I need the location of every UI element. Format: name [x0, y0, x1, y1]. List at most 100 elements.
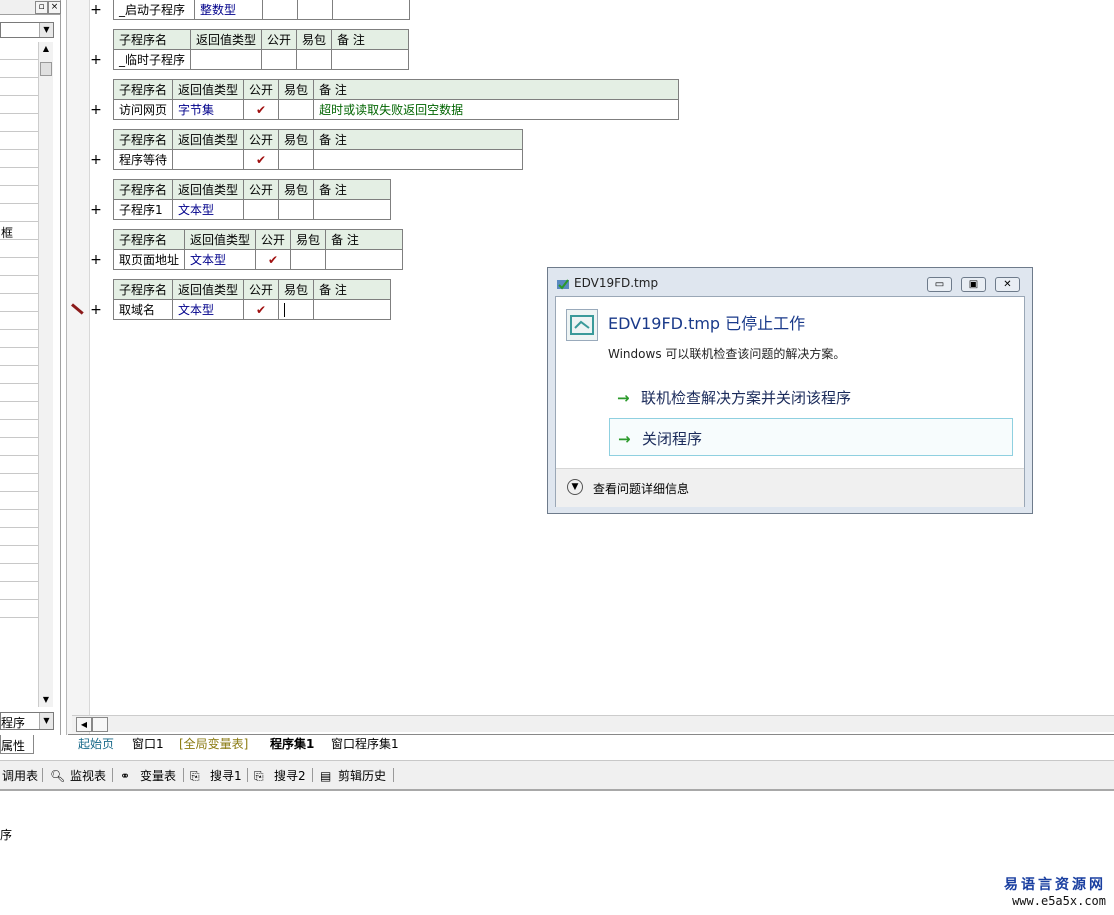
chevron-down-icon[interactable]: ▼	[39, 23, 53, 37]
watch-table-button[interactable]: 监视表	[70, 767, 106, 785]
expand-icon[interactable]: +	[90, 153, 102, 167]
return-type[interactable]	[190, 49, 263, 70]
package-cell[interactable]	[278, 199, 315, 220]
find-icon[interactable]: ⎘	[190, 767, 200, 785]
note-cell[interactable]	[331, 49, 410, 70]
expand-icon[interactable]: +	[90, 303, 102, 317]
return-type[interactable]: 整数型	[194, 0, 263, 20]
property-row[interactable]	[0, 474, 38, 492]
scroll-thumb[interactable]	[40, 62, 52, 76]
check-online-option[interactable]: → 联机检查解决方案并关闭该程序	[609, 378, 1013, 416]
property-row[interactable]	[0, 438, 38, 456]
property-row[interactable]	[0, 510, 38, 528]
scroll-thumb[interactable]	[92, 717, 108, 732]
subprogram-name[interactable]: 访问网页	[112, 99, 174, 120]
expand-icon[interactable]: +	[90, 53, 102, 67]
expand-icon[interactable]: +	[90, 103, 102, 117]
package-cell[interactable]	[290, 249, 327, 270]
property-row[interactable]	[0, 96, 38, 114]
tab-program-set1[interactable]: 程序集1	[264, 736, 320, 753]
property-row[interactable]	[0, 384, 38, 402]
expand-icon[interactable]: +	[90, 253, 102, 267]
details-footer[interactable]: ▼ 查看问题详细信息	[556, 468, 1024, 507]
property-row[interactable]	[0, 312, 38, 330]
property-row[interactable]	[0, 600, 38, 618]
chevron-down-icon[interactable]: ▼	[567, 479, 583, 495]
property-row[interactable]	[0, 276, 38, 294]
property-row[interactable]: 框	[0, 222, 38, 240]
scroll-up-icon[interactable]: ▲	[39, 42, 53, 56]
component-combo[interactable]: ▼	[0, 22, 54, 38]
return-type[interactable]	[172, 149, 245, 170]
note-cell[interactable]	[325, 249, 404, 270]
subprogram-name[interactable]: 程序等待	[112, 149, 174, 170]
property-row[interactable]	[0, 42, 38, 60]
property-row[interactable]	[0, 78, 38, 96]
vertical-scrollbar[interactable]: ▲ ▼	[38, 42, 53, 707]
property-row[interactable]	[0, 582, 38, 600]
property-row[interactable]	[0, 150, 38, 168]
public-cell[interactable]	[243, 199, 280, 220]
property-row[interactable]	[0, 420, 38, 438]
search-icon[interactable]: 🔍︎	[50, 767, 65, 785]
property-row[interactable]	[0, 492, 38, 510]
checkmark-icon[interactable]: ✔	[243, 99, 280, 120]
return-type[interactable]: 文本型	[172, 299, 245, 320]
property-row[interactable]	[0, 204, 38, 222]
checkmark-icon[interactable]: ✔	[243, 149, 280, 170]
tab-global-vars[interactable]: [全局变量表]	[173, 736, 254, 753]
search1-button[interactable]: 搜寻1	[210, 767, 242, 785]
property-row[interactable]	[0, 528, 38, 546]
package-cell[interactable]	[296, 49, 333, 70]
scroll-down-icon[interactable]: ▼	[39, 693, 53, 707]
variable-table-button[interactable]: 变量表	[140, 767, 176, 785]
package-cell[interactable]	[278, 99, 315, 120]
minimize-icon[interactable]: ▭	[927, 277, 952, 292]
property-row[interactable]	[0, 564, 38, 582]
close-icon[interactable]: ×	[48, 1, 61, 14]
chevron-down-icon[interactable]: ▼	[39, 713, 53, 729]
subprogram-name[interactable]: 取域名	[112, 299, 174, 320]
property-row[interactable]	[0, 348, 38, 366]
tab-start-page[interactable]: 起始页	[72, 736, 120, 753]
property-row[interactable]	[0, 114, 38, 132]
note-cell[interactable]	[313, 199, 392, 220]
expand-icon[interactable]: +	[90, 203, 102, 217]
subprogram-name[interactable]: 子程序1	[112, 199, 174, 220]
property-row[interactable]	[0, 258, 38, 276]
package-cell[interactable]	[278, 149, 315, 170]
tab-window-program-set1[interactable]: 窗口程序集1	[325, 736, 405, 753]
checkmark-icon[interactable]: ✔	[243, 299, 280, 320]
property-row[interactable]	[0, 294, 38, 312]
property-row[interactable]	[0, 330, 38, 348]
property-row[interactable]	[0, 546, 38, 564]
property-row[interactable]	[0, 456, 38, 474]
public-cell[interactable]	[261, 49, 298, 70]
clip-history-button[interactable]: 剪辑历史	[338, 767, 386, 785]
tab-window1[interactable]: 窗口1	[126, 736, 170, 753]
note-cell[interactable]	[313, 299, 392, 320]
call-table-button[interactable]: 调用表	[2, 767, 38, 785]
property-row[interactable]	[0, 366, 38, 384]
details-label[interactable]: 查看问题详细信息	[593, 480, 689, 497]
close-icon[interactable]: ✕	[995, 277, 1020, 292]
note-cell[interactable]	[332, 0, 410, 20]
property-row[interactable]	[0, 168, 38, 186]
scroll-left-icon[interactable]: ◀	[76, 717, 92, 732]
subprogram-name[interactable]: _临时子程序	[112, 49, 192, 70]
property-row[interactable]	[0, 240, 38, 258]
close-program-option[interactable]: → 关闭程序	[609, 418, 1013, 456]
subprogram-name[interactable]: _启动子程序	[113, 0, 195, 20]
public-cell[interactable]	[262, 0, 298, 20]
search2-button[interactable]: 搜寻2	[274, 767, 306, 785]
subprogram-name[interactable]: 取页面地址	[112, 249, 186, 270]
return-type[interactable]: 字节集	[172, 99, 245, 120]
note-cell[interactable]: 超时或读取失败返回空数据	[313, 99, 680, 120]
package-cell-editing[interactable]	[278, 299, 315, 320]
maximize-icon[interactable]: ▣	[961, 277, 986, 292]
event-combo[interactable]: 程序 ▼	[0, 712, 54, 730]
property-row[interactable]	[0, 60, 38, 78]
checkmark-icon[interactable]: ✔	[255, 249, 292, 270]
package-cell[interactable]	[297, 0, 333, 20]
expand-icon[interactable]: +	[90, 3, 102, 17]
